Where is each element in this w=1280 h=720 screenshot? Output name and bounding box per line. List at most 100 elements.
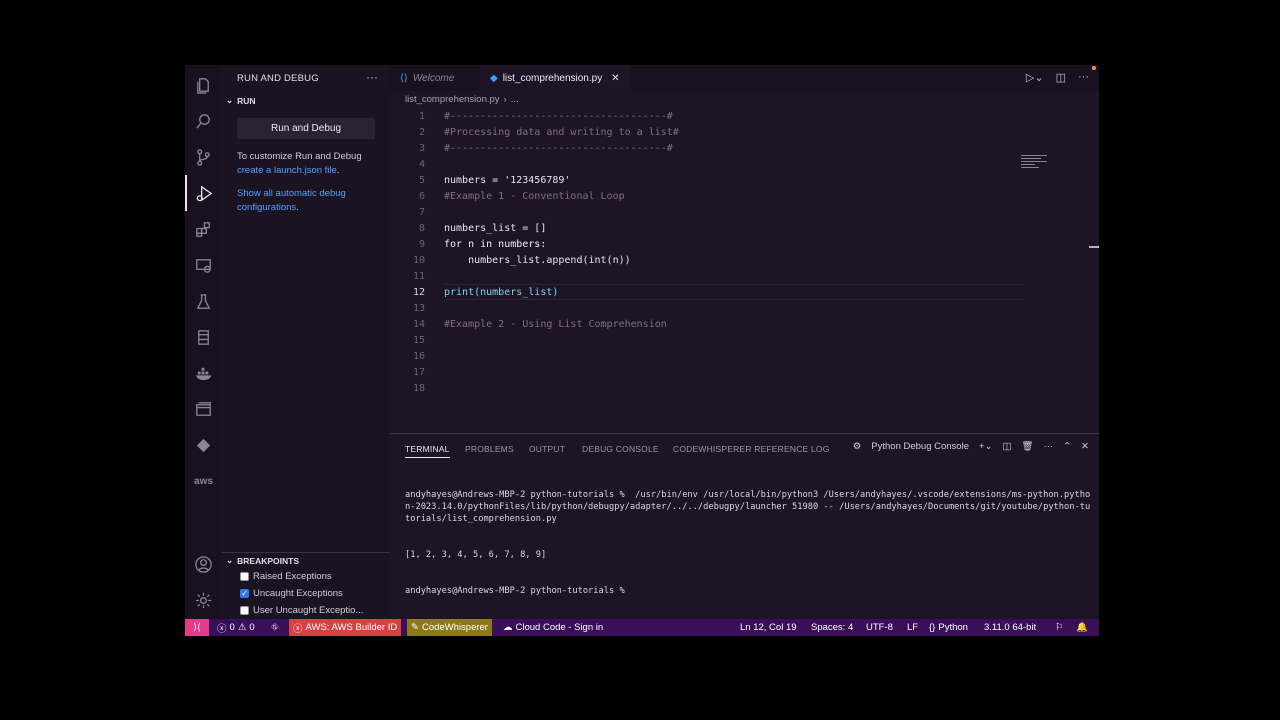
problems-status[interactable]: ⓧ 0 ⚠ 0: [213, 619, 259, 636]
notifications-bell-icon[interactable]: 🔔: [1072, 619, 1092, 636]
show-debug-configs-link[interactable]: Show all automatic debug: [237, 188, 346, 199]
split-editor-icon[interactable]: ◫: [1056, 71, 1066, 84]
sidebar-title: RUN AND DEBUG: [237, 73, 319, 84]
more-actions-icon[interactable]: ···: [1078, 71, 1089, 84]
code-line: 13: [412, 302, 425, 314]
remote-indicator-icon[interactable]: ⟩⟨: [185, 619, 209, 636]
run-debug-icon[interactable]: [185, 175, 222, 211]
extensions-icon[interactable]: [185, 211, 222, 247]
cursor-position[interactable]: Ln 12, Col 19: [736, 619, 801, 636]
scrollbar-marker[interactable]: [1089, 246, 1099, 248]
feedback-icon[interactable]: ⚐: [1051, 619, 1068, 636]
error-icon: ⓧ: [217, 623, 227, 635]
warning-icon: ⚠: [237, 622, 247, 633]
code-line: 15: [412, 334, 425, 346]
terminal-selector[interactable]: Python Debug Console: [871, 441, 969, 452]
close-icon[interactable]: ✕: [611, 73, 619, 84]
python-interpreter[interactable]: 3.11.0 64-bit: [980, 619, 1040, 636]
add-terminal-icon[interactable]: +⌄: [979, 441, 993, 452]
breakpoints-section-header[interactable]: ⌄ BREAKPOINTS: [222, 552, 390, 568]
code-line: 8 numbers_list = []: [418, 222, 547, 234]
remote-explorer-icon[interactable]: [185, 247, 222, 283]
cloud-code-status[interactable]: ☁ Cloud Code - Sign in: [499, 619, 607, 636]
debug-status-icon[interactable]: ⛗: [267, 619, 283, 636]
close-panel-icon[interactable]: ✕: [1081, 441, 1089, 452]
show-debug-configs-link-cont[interactable]: configurations: [237, 202, 296, 213]
chevron-down-icon: ⌄: [226, 95, 234, 105]
trash-icon[interactable]: 🗑: [1022, 441, 1034, 452]
end-of-line[interactable]: LF: [903, 619, 922, 636]
run-debug-sidebar: RUN AND DEBUG ··· ⌄ RUN Run and Debug To…: [222, 65, 390, 619]
minimap[interactable]: [1021, 153, 1051, 173]
code-line: 11: [412, 270, 425, 282]
remote-window-icon[interactable]: [185, 391, 222, 427]
aws-icon[interactable]: aws: [185, 463, 222, 499]
code-line: 3 #------------------------------------#: [418, 142, 673, 154]
breakpoint-uncaught-exceptions[interactable]: ✓ Uncaught Exceptions: [240, 588, 343, 599]
code-line: 4: [418, 158, 425, 170]
more-actions-icon[interactable]: ···: [1044, 441, 1054, 452]
activity-bar: aws: [185, 65, 222, 619]
language-mode[interactable]: {} Python: [925, 619, 972, 636]
code-editor[interactable]: 1 #------------------------------------# …: [390, 108, 1099, 433]
run-and-debug-button[interactable]: Run and Debug: [237, 118, 375, 139]
checkbox[interactable]: [240, 572, 249, 581]
code-line: 17: [412, 366, 425, 378]
breadcrumb-more[interactable]: ...: [511, 94, 519, 105]
braces-icon: {}: [929, 622, 936, 633]
checkbox-checked[interactable]: ✓: [240, 589, 249, 598]
tab-problems[interactable]: PROBLEMS: [465, 444, 514, 454]
code-line: 7: [418, 206, 425, 218]
code-line: 6 #Example 1 - Conventional Loop: [418, 190, 625, 202]
settings-gear-icon[interactable]: [185, 582, 222, 618]
python-icon: ◆: [490, 72, 498, 84]
code-line: 16: [412, 350, 425, 362]
tab-debug-console[interactable]: DEBUG CONSOLE: [582, 444, 659, 454]
code-line: 9 for n in numbers:: [418, 238, 547, 250]
source-control-icon[interactable]: [185, 139, 222, 175]
encoding[interactable]: UTF-8: [862, 619, 897, 636]
tab-codewhisperer-log[interactable]: CODEWHISPERER REFERENCE LOG: [673, 444, 830, 454]
checkbox[interactable]: [240, 606, 249, 615]
breakpoint-raised-exceptions[interactable]: Raised Exceptions: [240, 571, 332, 582]
run-python-file-icon[interactable]: ▷⌄: [1026, 71, 1044, 84]
codewhisperer-icon[interactable]: [185, 427, 222, 463]
notebook-icon[interactable]: [185, 319, 222, 355]
vscode-icon: ⟨⟩: [400, 72, 408, 84]
terminal-line: [1, 2, 3, 4, 5, 6, 7, 8, 9]: [405, 550, 547, 560]
cloud-icon: ☁: [503, 622, 513, 633]
testing-icon[interactable]: [185, 283, 222, 319]
breakpoint-user-uncaught-exceptions[interactable]: User Uncaught Exceptio...: [240, 605, 363, 616]
tab-output[interactable]: OUTPUT: [529, 444, 565, 454]
maximize-panel-icon[interactable]: ⌃: [1063, 441, 1071, 452]
error-icon: ⓧ: [293, 623, 303, 635]
tab-terminal[interactable]: TERMINAL: [405, 444, 450, 458]
split-terminal-icon[interactable]: ◫: [1003, 441, 1012, 452]
code-line: 10 numbers_list.append(int(n)): [412, 254, 631, 266]
code-line: 14 #Example 2 - Using List Comprehension: [412, 318, 667, 330]
search-icon[interactable]: [185, 103, 222, 139]
aws-status[interactable]: ⓧ AWS: AWS Builder ID: [289, 619, 402, 636]
explorer-icon[interactable]: [185, 67, 222, 103]
vscode-window: aws RUN AND DEBUG ··· ⌄ RUN Run and Debu…: [185, 65, 1099, 636]
bottom-panel: TERMINAL PROBLEMS OUTPUT DEBUG CONSOLE C…: [390, 433, 1099, 619]
chevron-down-icon: ⌄: [226, 555, 234, 565]
codewhisperer-status[interactable]: ✎ CodeWhisperer: [407, 619, 492, 636]
indentation[interactable]: Spaces: 4: [807, 619, 857, 636]
code-line-current: 12 print(numbers_list): [412, 286, 559, 298]
terminal-output[interactable]: andyhayes@Andrews-MBP-2 python-tutorials…: [405, 465, 1095, 621]
create-launch-json-link[interactable]: create a launch.json file: [237, 165, 337, 176]
account-icon[interactable]: [185, 546, 222, 582]
tab-list-comprehension[interactable]: ◆ list_comprehension.py ✕: [480, 65, 630, 91]
terminal-line: andyhayes@Andrews-MBP-2 python-tutorials…: [405, 490, 1091, 524]
customize-text: To customize Run and Debug create a laun…: [237, 151, 362, 176]
ellipsis-icon[interactable]: ···: [366, 70, 378, 84]
editor-actions: ▷⌄ ◫ ···: [1026, 71, 1089, 84]
docker-icon[interactable]: [185, 355, 222, 391]
breadcrumb-file[interactable]: list_comprehension.py: [405, 94, 500, 105]
code-line: 1 #------------------------------------#: [418, 110, 673, 122]
terminal-prompt: andyhayes@Andrews-MBP-2 python-tutorials…: [405, 586, 625, 596]
run-section-header[interactable]: ⌄ RUN: [222, 93, 390, 108]
code-line: 18: [412, 382, 425, 394]
tab-welcome[interactable]: ⟨⟩ Welcome: [390, 65, 464, 91]
